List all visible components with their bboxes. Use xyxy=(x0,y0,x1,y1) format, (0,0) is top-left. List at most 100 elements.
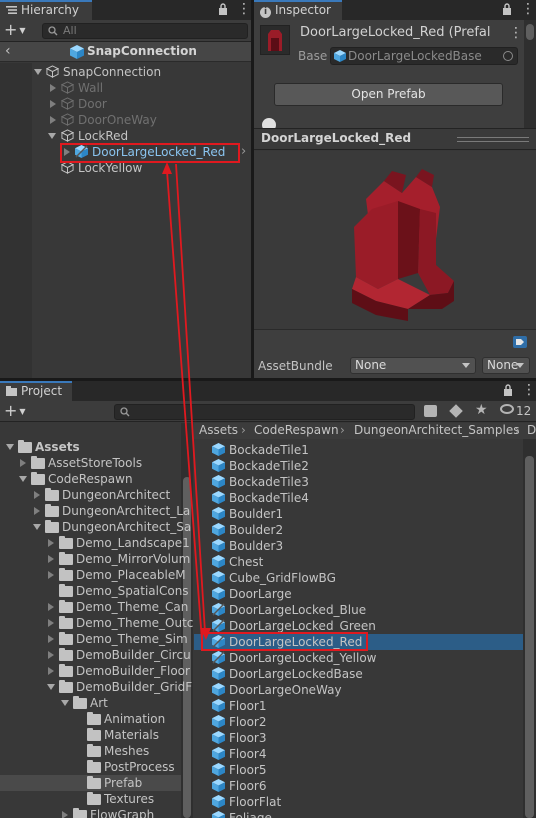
scene-header[interactable]: ‹ SnapConnection xyxy=(0,42,251,62)
asset-list-item[interactable]: Boulder1 xyxy=(194,506,523,522)
expand-arrow-icon[interactable] xyxy=(20,459,26,467)
asset-list-item[interactable]: BockadeTile2 xyxy=(194,458,523,474)
asset-list-item[interactable]: Floor5 xyxy=(194,762,523,778)
folder-demobuilder-gridf[interactable]: DemoBuilder_GridF xyxy=(0,679,192,695)
breadcrumb-item[interactable]: Assets xyxy=(199,423,238,437)
tab-inspector[interactable]: i Inspector xyxy=(254,0,342,20)
hierarchy-search-input[interactable]: All xyxy=(42,23,248,39)
expand-arrow-icon[interactable] xyxy=(34,69,42,75)
folder-dungeonarchitect[interactable]: DungeonArchitect xyxy=(0,487,181,503)
expand-arrow-icon[interactable] xyxy=(19,476,27,482)
breadcrumb-item[interactable]: DungeonArchitect_Samples xyxy=(354,423,519,437)
folder-demo-placeable[interactable]: Demo_PlaceableM xyxy=(0,567,186,583)
tree-item-wall[interactable]: Wall xyxy=(0,80,251,96)
component-menu-icon[interactable]: ⋮ xyxy=(509,26,523,40)
asset-list-item[interactable]: DoorLarge xyxy=(194,586,523,602)
hierarchy-menu-icon[interactable]: ⋮ xyxy=(237,2,251,16)
expand-arrow-icon[interactable] xyxy=(50,84,56,92)
folder-animation[interactable]: Animation xyxy=(0,711,181,727)
expand-arrow-icon[interactable] xyxy=(50,116,56,124)
lock-icon[interactable] xyxy=(502,3,512,15)
expand-arrow-icon[interactable] xyxy=(33,524,41,530)
expand-arrow-icon[interactable] xyxy=(48,651,54,659)
open-prefab-arrow-icon[interactable]: › xyxy=(241,144,246,160)
tree-item-door[interactable]: Door xyxy=(0,96,251,112)
expand-arrow-icon[interactable] xyxy=(34,507,40,515)
asset-list-item[interactable]: BockadeTile3 xyxy=(194,474,523,490)
expand-arrow-icon[interactable] xyxy=(48,667,54,675)
tab-project[interactable]: Project xyxy=(0,381,72,401)
asset-list-item[interactable]: Floor3 xyxy=(194,730,523,746)
folder-meshes[interactable]: Meshes xyxy=(0,743,181,759)
folder-demo-theme-sim[interactable]: Demo_Theme_Sim xyxy=(0,631,188,647)
tree-item-snapconnection[interactable]: SnapConnection xyxy=(0,64,251,80)
asset-list-item[interactable]: DoorLargeLocked_Yellow xyxy=(194,650,523,666)
tag-icon[interactable] xyxy=(513,336,527,348)
create-button[interactable]: + ▼ xyxy=(4,402,34,420)
inspector-scrollbar-thumb[interactable] xyxy=(526,24,534,40)
expand-arrow-icon[interactable] xyxy=(48,619,54,627)
asset-list-item[interactable]: Floor4 xyxy=(194,746,523,762)
lock-icon[interactable] xyxy=(503,384,513,396)
preview-viewport[interactable] xyxy=(254,151,536,347)
folder-demo-theme-can[interactable]: Demo_Theme_Can xyxy=(0,599,188,615)
asset-list-item[interactable]: FloorFlat xyxy=(194,794,523,810)
expand-arrow-icon[interactable] xyxy=(48,539,54,547)
expand-arrow-icon[interactable] xyxy=(34,491,40,499)
expand-arrow-icon[interactable] xyxy=(48,635,54,643)
tree-item-lockred[interactable]: LockRed xyxy=(0,128,251,144)
expand-arrow-icon[interactable] xyxy=(48,571,54,579)
add-button[interactable]: + ▼ xyxy=(4,21,34,39)
folder-assets[interactable]: Assets xyxy=(0,439,181,455)
asset-list-item[interactable]: Floor1 xyxy=(194,698,523,714)
asset-list-scrollbar[interactable] xyxy=(523,439,536,818)
asset-list-item[interactable]: Boulder3 xyxy=(194,538,523,554)
expand-arrow-icon[interactable] xyxy=(48,555,54,563)
drag-handle[interactable] xyxy=(457,137,529,142)
folder-assetstoretools[interactable]: AssetStoreTools xyxy=(0,455,181,471)
asset-list-item[interactable]: Foliage xyxy=(194,810,523,818)
asset-list-item[interactable]: Chest xyxy=(194,554,523,570)
assetbundle-dropdown[interactable]: None xyxy=(350,357,476,374)
open-prefab-button[interactable]: Open Prefab xyxy=(274,83,503,106)
asset-list-item[interactable]: Floor6 xyxy=(194,778,523,794)
tab-hierarchy[interactable]: Hierarchy xyxy=(0,0,92,20)
hidden-packages-icon[interactable] xyxy=(500,404,514,414)
folder-textures[interactable]: Textures xyxy=(0,791,181,807)
back-arrow-icon[interactable]: ‹ xyxy=(5,43,11,59)
asset-list-item[interactable]: DoorLargeOneWay xyxy=(194,682,523,698)
expand-arrow-icon[interactable] xyxy=(6,444,14,450)
folder-demo-mirrorvolum[interactable]: Demo_MirrorVolum xyxy=(0,551,190,567)
breadcrumb-item[interactable]: D xyxy=(527,423,536,437)
inspector-menu-icon[interactable]: ⋮ xyxy=(521,2,535,16)
preview-header[interactable]: DoorLargeLocked_Red xyxy=(254,128,536,150)
favorite-star-icon[interactable]: ★ xyxy=(475,402,488,418)
expand-arrow-icon[interactable] xyxy=(50,100,56,108)
folder-dungeonarchitect-sa[interactable]: DungeonArchitect_Sa xyxy=(0,519,191,535)
folder-postprocess[interactable]: PostProcess xyxy=(0,759,181,775)
expand-arrow-icon[interactable] xyxy=(62,811,68,818)
folder-coderespawn[interactable]: CodeRespawn xyxy=(0,471,181,487)
asset-list-item[interactable]: DoorLargeLockedBase xyxy=(194,666,523,682)
expand-arrow-icon[interactable] xyxy=(47,684,55,690)
asset-list-item[interactable]: BockadeTile1 xyxy=(194,442,523,458)
folder-flowgraph[interactable]: FlowGraph xyxy=(0,807,181,818)
expand-arrow-icon[interactable] xyxy=(48,133,56,139)
folder-demo-theme-outc[interactable]: Demo_Theme_Outc xyxy=(0,615,193,631)
expand-arrow-icon[interactable] xyxy=(48,603,54,611)
inspector-scrollbar[interactable] xyxy=(524,20,536,130)
breadcrumb-item[interactable]: CodeRespawn xyxy=(254,423,339,437)
search-by-label-icon[interactable] xyxy=(449,404,463,418)
asset-list-item[interactable]: BockadeTile4 xyxy=(194,490,523,506)
folder-demo-spatialcons[interactable]: Demo_SpatialCons xyxy=(0,583,189,599)
base-object-field[interactable]: DoorLargeLockedBase xyxy=(330,47,518,65)
folder-art[interactable]: Art xyxy=(0,695,181,711)
asset-list-item[interactable]: Cube_GridFlowBG xyxy=(194,570,523,586)
assetbundle-variant-dropdown[interactable]: None xyxy=(482,357,530,374)
folder-dungeonarchitect-la[interactable]: DungeonArchitect_La xyxy=(0,503,190,519)
search-by-type-icon[interactable] xyxy=(424,405,437,417)
project-search-input[interactable] xyxy=(114,404,415,420)
asset-list-item[interactable]: DoorLargeLocked_Blue xyxy=(194,602,523,618)
folder-materials[interactable]: Materials xyxy=(0,727,181,743)
project-menu-icon[interactable]: ⋮ xyxy=(522,383,536,397)
